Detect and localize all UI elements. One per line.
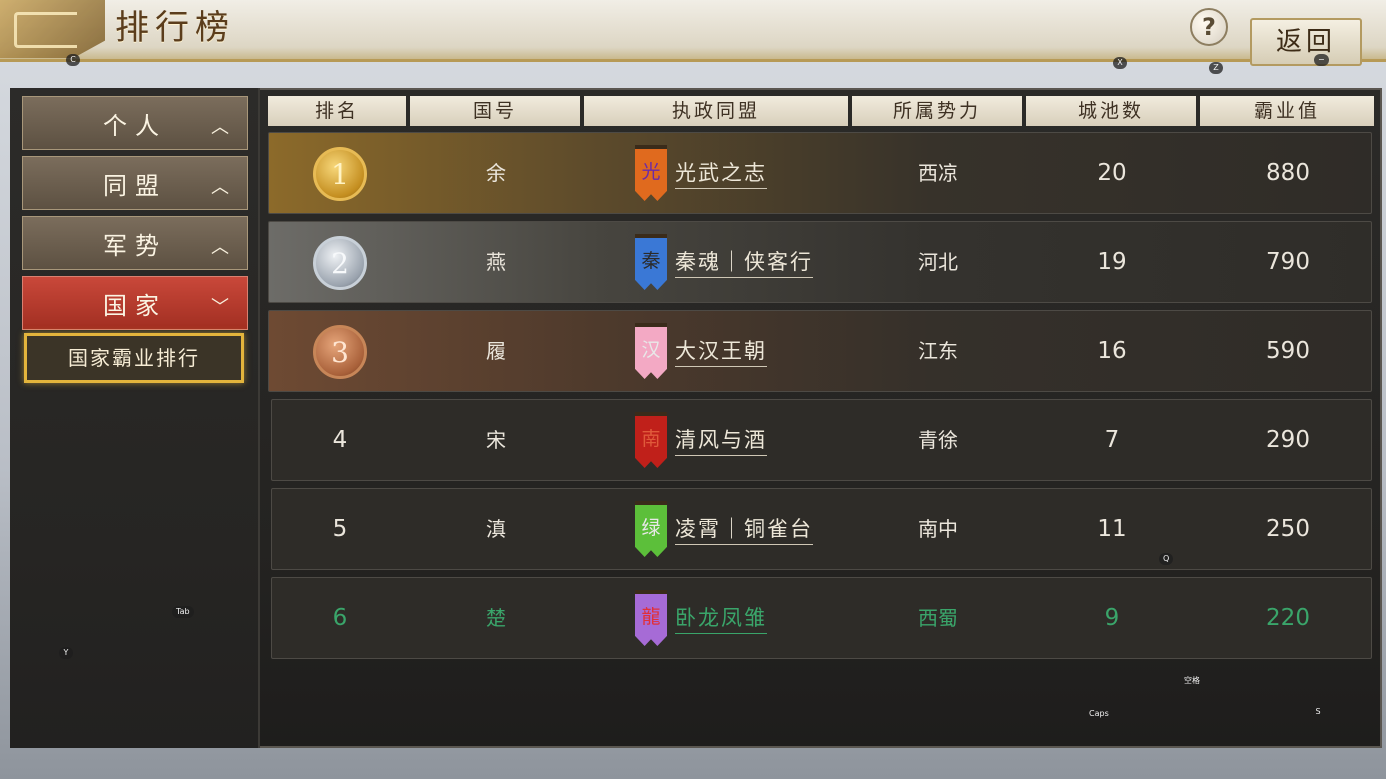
alliance-banner-icon: 绿 [635,501,667,557]
country-cell: 燕 [486,250,506,274]
key-hint-space: 空格 [1184,676,1200,685]
value-cell: 250 [1266,516,1310,542]
alliance-banner-icon: 南 [635,412,667,468]
alliance-link[interactable]: 清风与酒 [675,426,767,456]
key-hint-tab: Tab [172,606,194,618]
rank-cell: 5 [332,516,348,542]
back-button[interactable]: 返回 [1250,18,1362,66]
faction-cell: 青徐 [918,428,958,452]
silver-medal-icon: 2 [313,236,367,290]
column-header-rank: 排名 [268,96,406,126]
sidebar-item-personal[interactable]: 个人 ︿ [22,96,248,150]
cities-cell: 16 [1097,338,1127,364]
alliance-link[interactable]: 卧龙凤雏 [675,604,767,634]
country-cell: 滇 [486,517,506,541]
key-hint-q: Q [1159,553,1174,565]
country-cell: 宋 [486,428,506,452]
cities-cell: 20 [1097,160,1127,186]
bronze-medal-icon: 3 [313,325,367,379]
top-bar: 排行榜 ? 返回 [0,0,1386,66]
key-hint-minus: − [1314,54,1329,66]
gold-medal-icon: 1 [313,147,367,201]
rank-cell: 4 [332,427,348,453]
title-ornament-icon [0,0,105,58]
sidebar-item-label: 同盟 [103,171,167,200]
sidebar-item-label: 军势 [103,231,167,260]
chevron-down-icon: ﹀ [211,297,229,318]
column-header-faction: 所属势力 [852,96,1022,126]
cities-cell: 7 [1104,427,1120,453]
alliance-link[interactable]: 凌霄｜铜雀台 [675,515,813,545]
alliance-banner-icon: 龍 [635,590,667,646]
sidebar-item-nation[interactable]: 国家 ﹀ [22,276,248,330]
key-hint-s: S [1315,707,1321,716]
alliance-link[interactable]: 光武之志 [675,159,767,189]
help-button[interactable]: ? [1190,8,1228,46]
table-row-own-nation[interactable]: 6 楚 龍 卧龙凤雏 西蜀 9 220 [271,577,1372,659]
key-hint-z: Z [1209,62,1223,74]
table-row[interactable]: 5 滇 绿 凌霄｜铜雀台 南中 11 250 [271,488,1372,570]
value-cell: 290 [1266,427,1310,453]
faction-cell: 西蜀 [918,606,958,630]
cities-cell: 19 [1097,249,1127,275]
sidebar-item-label: 国家 [103,291,167,320]
value-cell: 220 [1266,605,1310,631]
column-header-alliance: 执政同盟 [584,96,848,126]
country-cell: 履 [486,339,506,363]
table-header: 排名 国号 执政同盟 所属势力 城池数 霸业值 [268,96,1374,126]
faction-cell: 南中 [918,517,958,541]
chevron-up-icon: ︿ [211,237,229,258]
key-hint-x: X [1113,57,1127,69]
faction-cell: 西凉 [918,161,958,185]
alliance-link[interactable]: 秦魂｜侠客行 [675,248,813,278]
table-row[interactable]: 4 宋 南 清风与酒 青徐 7 290 [271,399,1372,481]
column-header-country: 国号 [410,96,580,126]
alliance-banner-icon: 汉 [635,323,667,379]
table-row[interactable]: 3 履 汉 大汉王朝 江东 16 590 [268,310,1372,392]
table-row[interactable]: 2 燕 秦 秦魂｜侠客行 河北 19 790 [268,221,1372,303]
sidebar-subitem-nation-ranking[interactable]: 国家霸业排行 [24,333,244,383]
page-title: 排行榜 [115,8,235,48]
faction-cell: 河北 [918,250,958,274]
column-header-value: 霸业值 [1200,96,1374,126]
column-header-cities: 城池数 [1026,96,1196,126]
country-cell: 余 [486,161,506,185]
key-hint-caps: Caps [1089,709,1109,718]
chevron-up-icon: ︿ [211,117,229,138]
alliance-banner-icon: 秦 [635,234,667,290]
key-hint-y: Y [59,647,73,659]
cities-cell: 9 [1104,605,1120,631]
chevron-up-icon: ︿ [211,177,229,198]
rank-cell: 6 [332,605,348,631]
value-cell: 880 [1266,160,1310,186]
table-row[interactable]: 1 余 光 光武之志 西凉 20 880 [268,132,1372,214]
sidebar: 个人 ︿ 同盟 ︿ 军势 ︿ 国家 ﹀ 国家霸业排行 [10,88,260,748]
alliance-link[interactable]: 大汉王朝 [675,337,767,367]
country-cell: 楚 [486,606,506,630]
sidebar-item-army[interactable]: 军势 ︿ [22,216,248,270]
value-cell: 590 [1266,338,1310,364]
faction-cell: 江东 [918,339,958,363]
alliance-banner-icon: 光 [635,145,667,201]
key-hint-c: C [66,54,80,66]
value-cell: 790 [1266,249,1310,275]
sidebar-item-alliance[interactable]: 同盟 ︿ [22,156,248,210]
sidebar-item-label: 个人 [103,111,167,140]
